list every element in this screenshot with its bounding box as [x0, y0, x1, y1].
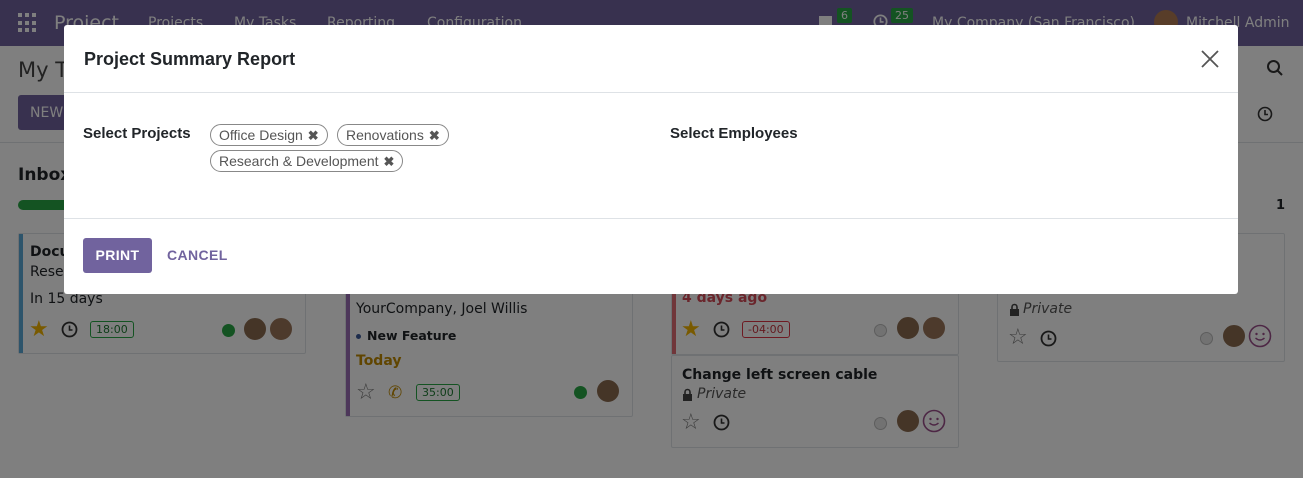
remove-tag-icon[interactable]: ✖ — [429, 128, 440, 144]
remove-tag-icon[interactable]: ✖ — [308, 128, 319, 144]
cancel-button[interactable]: CANCEL — [167, 238, 228, 273]
dialog-footer-divider — [64, 218, 1238, 219]
select-employees-label: Select Employees — [670, 125, 798, 142]
dialog-title: Project Summary Report — [84, 49, 296, 69]
project-tag-label: Research & Development — [219, 153, 379, 169]
project-tag-renovations: Renovations ✖ — [337, 124, 449, 146]
project-tag-label: Renovations — [346, 127, 424, 143]
close-icon[interactable] — [1200, 49, 1220, 69]
project-summary-dialog: Project Summary Report Select Projects O… — [64, 25, 1238, 294]
select-projects-label: Select Projects — [83, 125, 191, 142]
project-tag-research-development: Research & Development ✖ — [210, 150, 404, 172]
dialog-header: Project Summary Report — [64, 25, 1238, 93]
remove-tag-icon[interactable]: ✖ — [384, 154, 395, 170]
project-tag-office-design: Office Design ✖ — [210, 124, 328, 146]
print-button[interactable]: PRINT — [83, 238, 152, 273]
project-tag-label: Office Design — [219, 127, 303, 143]
